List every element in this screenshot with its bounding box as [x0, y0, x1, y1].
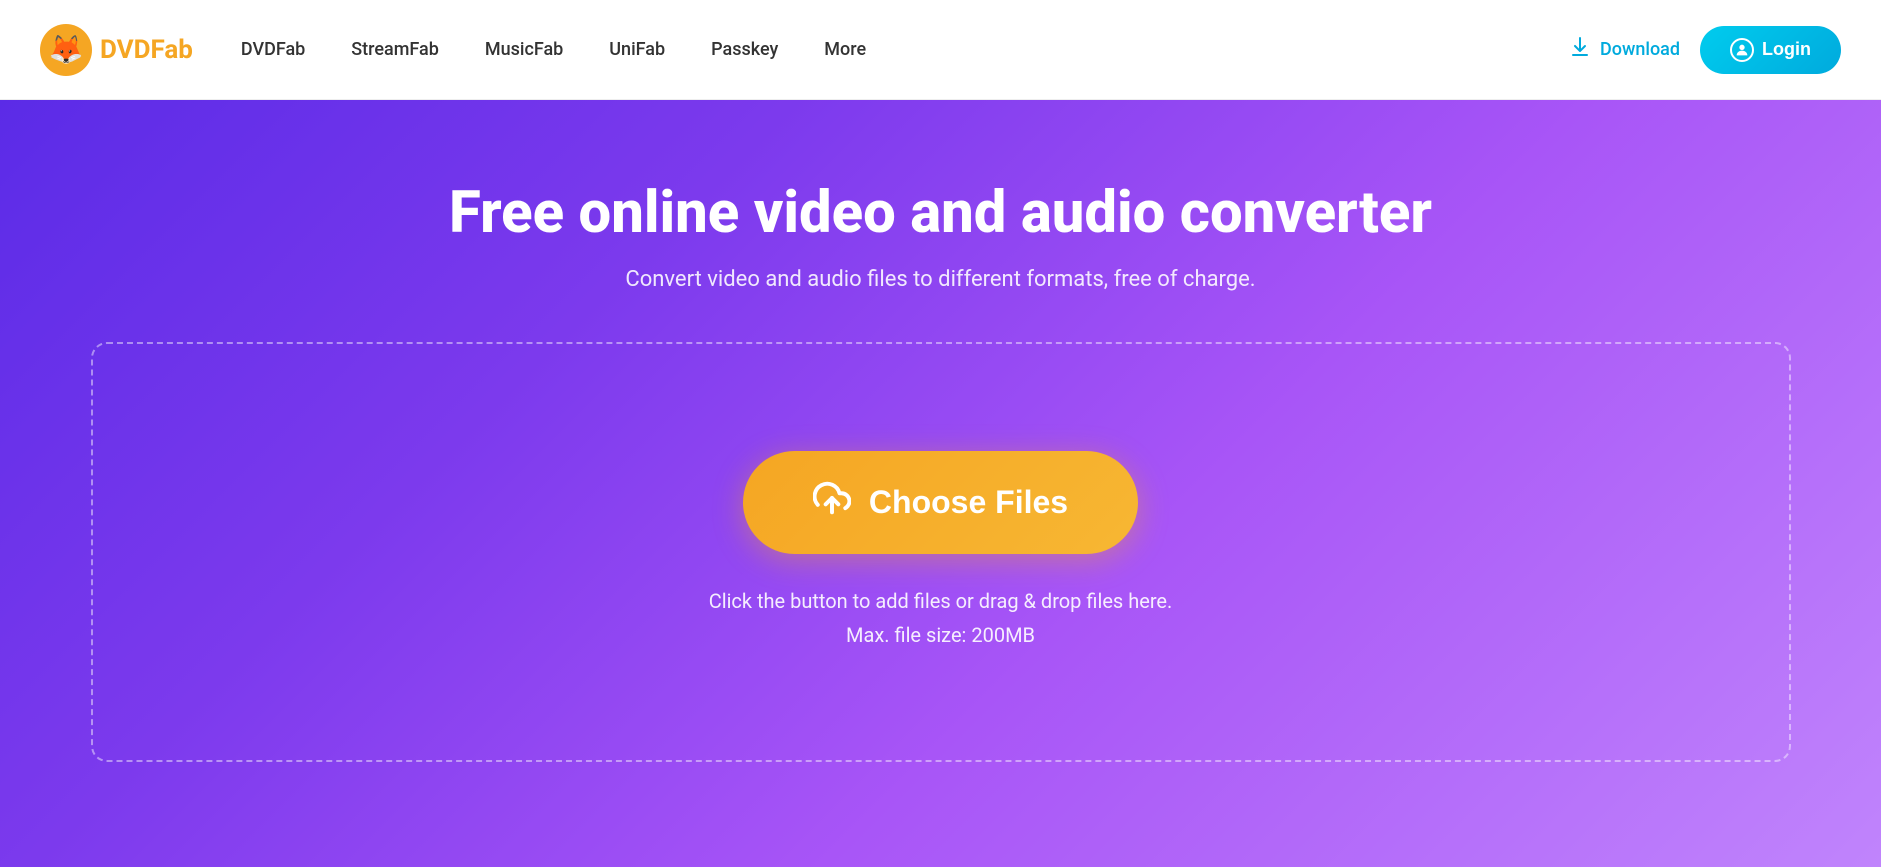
download-label: Download: [1600, 39, 1680, 60]
navbar-actions: Download Login: [1568, 26, 1841, 74]
download-button[interactable]: Download: [1568, 35, 1680, 65]
nav-item-passkey[interactable]: Passkey: [693, 31, 796, 68]
nav-item-musicfab[interactable]: MusicFab: [467, 31, 581, 68]
upload-dropzone[interactable]: Choose Files Click the button to add fil…: [91, 342, 1791, 762]
upload-hint: Click the button to add files or drag & …: [709, 584, 1173, 652]
upload-hint-line1: Click the button to add files or drag & …: [709, 584, 1173, 618]
nav-item-dvdfab[interactable]: DVDFab: [223, 31, 323, 68]
navbar: 🦊 DVDFab DVDFab StreamFab MusicFab UniFa…: [0, 0, 1881, 100]
hero-title: Free online video and audio converter: [449, 180, 1432, 247]
logo-icon: 🦊: [40, 24, 92, 76]
nav-item-unifab[interactable]: UniFab: [591, 31, 683, 68]
nav-item-more[interactable]: More: [806, 31, 884, 68]
choose-files-button[interactable]: Choose Files: [743, 451, 1138, 554]
nav-item-streamfab[interactable]: StreamFab: [333, 31, 457, 68]
nav-menu: DVDFab StreamFab MusicFab UniFab Passkey…: [223, 31, 1568, 68]
hero-section: Free online video and audio converter Co…: [0, 100, 1881, 867]
user-icon: [1730, 38, 1754, 62]
choose-files-label: Choose Files: [869, 484, 1068, 521]
login-label: Login: [1762, 39, 1811, 60]
upload-hint-line2: Max. file size: 200MB: [709, 618, 1173, 652]
logo-text: DVDFab: [100, 35, 193, 65]
logo[interactable]: 🦊 DVDFab: [40, 24, 193, 76]
login-button[interactable]: Login: [1700, 26, 1841, 74]
upload-cloud-icon: [813, 479, 851, 526]
download-icon: [1568, 35, 1592, 65]
hero-subtitle: Convert video and audio files to differe…: [625, 267, 1255, 292]
